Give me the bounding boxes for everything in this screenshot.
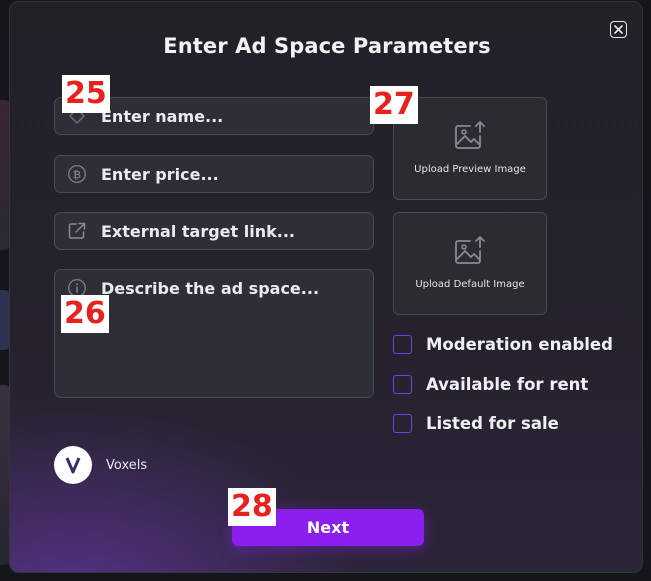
annotation-marker: 25 <box>62 75 110 113</box>
listed-for-sale-label: Listed for sale <box>426 414 559 433</box>
annotation-marker: 28 <box>228 488 276 526</box>
external-link-icon <box>67 221 87 241</box>
description-field <box>54 269 374 398</box>
link-input[interactable] <box>101 221 371 241</box>
price-field: ₿ <box>54 155 374 193</box>
modal-title: Enter Ad Space Parameters <box>163 34 491 58</box>
voxels-logo-icon <box>54 446 92 484</box>
upload-default-label: Upload Default Image <box>415 279 525 290</box>
listed-for-sale-option[interactable]: Listed for sale <box>393 414 559 433</box>
available-for-rent-checkbox[interactable] <box>393 375 412 394</box>
link-field <box>54 212 374 250</box>
platform-brand: Voxels <box>54 446 147 484</box>
description-input[interactable] <box>101 279 371 389</box>
upload-default-image-button[interactable]: Upload Default Image <box>393 212 547 315</box>
listed-for-sale-checkbox[interactable] <box>393 414 412 433</box>
image-upload-icon <box>455 236 485 264</box>
platform-name: Voxels <box>106 457 148 473</box>
svg-text:₿: ₿ <box>73 169 81 181</box>
close-x-icon <box>614 25 623 34</box>
moderation-enabled-checkbox[interactable] <box>393 335 412 354</box>
image-upload-icon <box>455 121 485 149</box>
moderation-enabled-label: Moderation enabled <box>426 335 613 354</box>
available-for-rent-label: Available for rent <box>426 375 589 394</box>
annotation-marker: 26 <box>61 295 109 333</box>
upload-preview-label: Upload Preview Image <box>414 164 526 175</box>
annotation-marker: 27 <box>370 86 418 124</box>
bitcoin-icon: ₿ <box>67 164 87 184</box>
name-input[interactable] <box>101 106 371 126</box>
price-input[interactable] <box>101 164 371 184</box>
moderation-enabled-option[interactable]: Moderation enabled <box>393 335 613 354</box>
available-for-rent-option[interactable]: Available for rent <box>393 375 588 394</box>
